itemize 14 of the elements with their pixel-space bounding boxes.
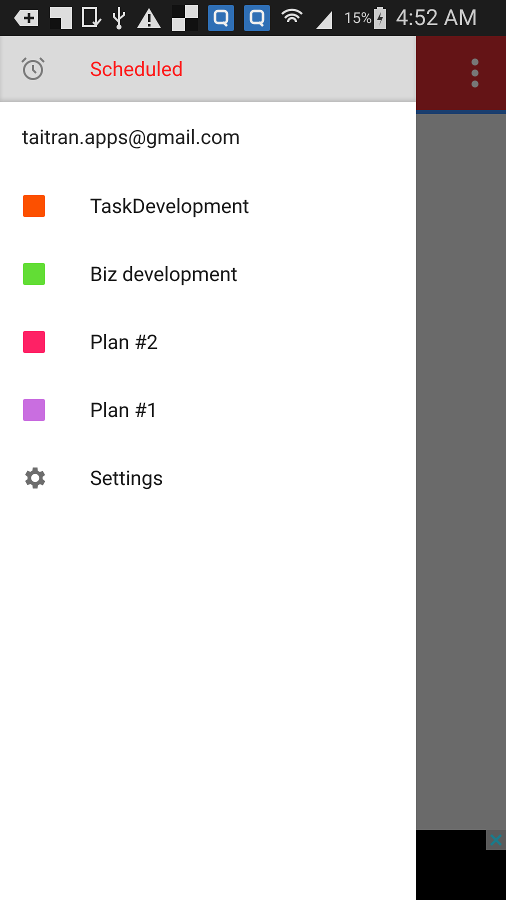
account-email: taitran.apps@gmail.com	[21, 124, 242, 151]
alarm-clock-icon	[20, 57, 46, 81]
chat-icon	[244, 5, 270, 31]
usb-icon	[112, 6, 126, 30]
more-options-icon[interactable]	[470, 58, 480, 88]
battery-icon	[374, 7, 386, 29]
battery-percentage: 15%	[344, 8, 372, 29]
keyboard-icon	[14, 8, 40, 28]
chat-icon	[208, 5, 234, 31]
device-check-icon	[82, 7, 102, 29]
checker-icon	[172, 5, 198, 31]
clock: 4:52 AM	[396, 4, 478, 32]
image-icon	[50, 7, 72, 29]
warning-icon	[136, 7, 162, 29]
